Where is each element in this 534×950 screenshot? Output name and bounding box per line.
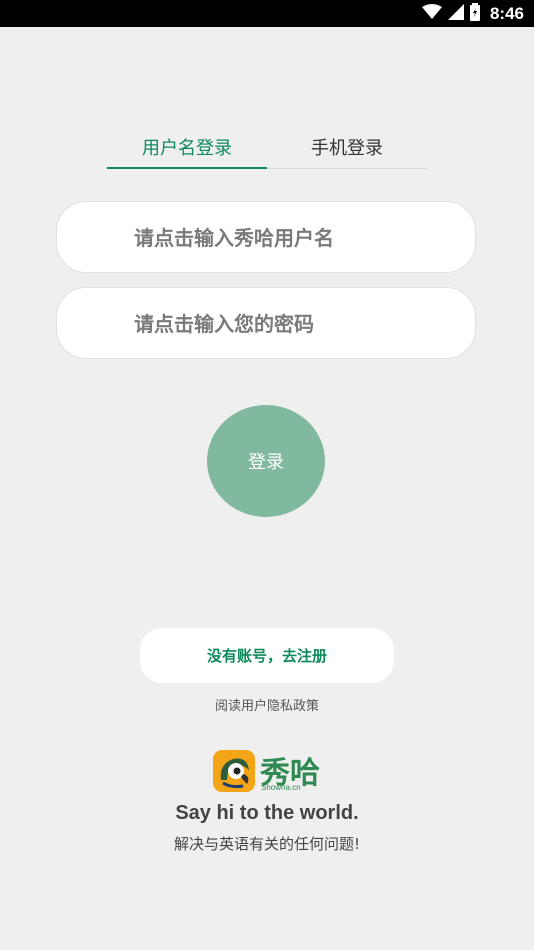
tagline: 解决与英语有关的任何问题!: [173, 835, 360, 853]
login-button[interactable]: 登录: [207, 405, 325, 517]
wifi-icon: [421, 3, 442, 24]
signal-icon: [447, 3, 464, 24]
battery-icon: [469, 2, 480, 25]
tab-username-login[interactable]: 用户名登录: [107, 130, 267, 169]
brand-logo: 秀哈 Showha.cn: [213, 750, 323, 794]
parrot-logo-icon: [213, 750, 255, 792]
password-input[interactable]: [132, 288, 456, 360]
login-tabs: 用户名登录 手机登录: [107, 130, 427, 169]
brand-domain: Showha.cn: [261, 783, 301, 792]
password-field-container: [56, 287, 476, 360]
username-field-container: [56, 201, 476, 274]
username-input[interactable]: [132, 202, 456, 274]
register-button[interactable]: 没有账号，去注册: [140, 628, 394, 683]
tab-phone-login[interactable]: 手机登录: [267, 130, 427, 168]
status-bar: 8:46: [0, 0, 534, 27]
slogan: Say hi to the world.: [175, 802, 359, 824]
status-icons: 8:46: [421, 0, 524, 27]
status-time: 8:46: [489, 3, 524, 23]
privacy-policy-link[interactable]: 阅读用户隐私政策: [0, 695, 534, 714]
